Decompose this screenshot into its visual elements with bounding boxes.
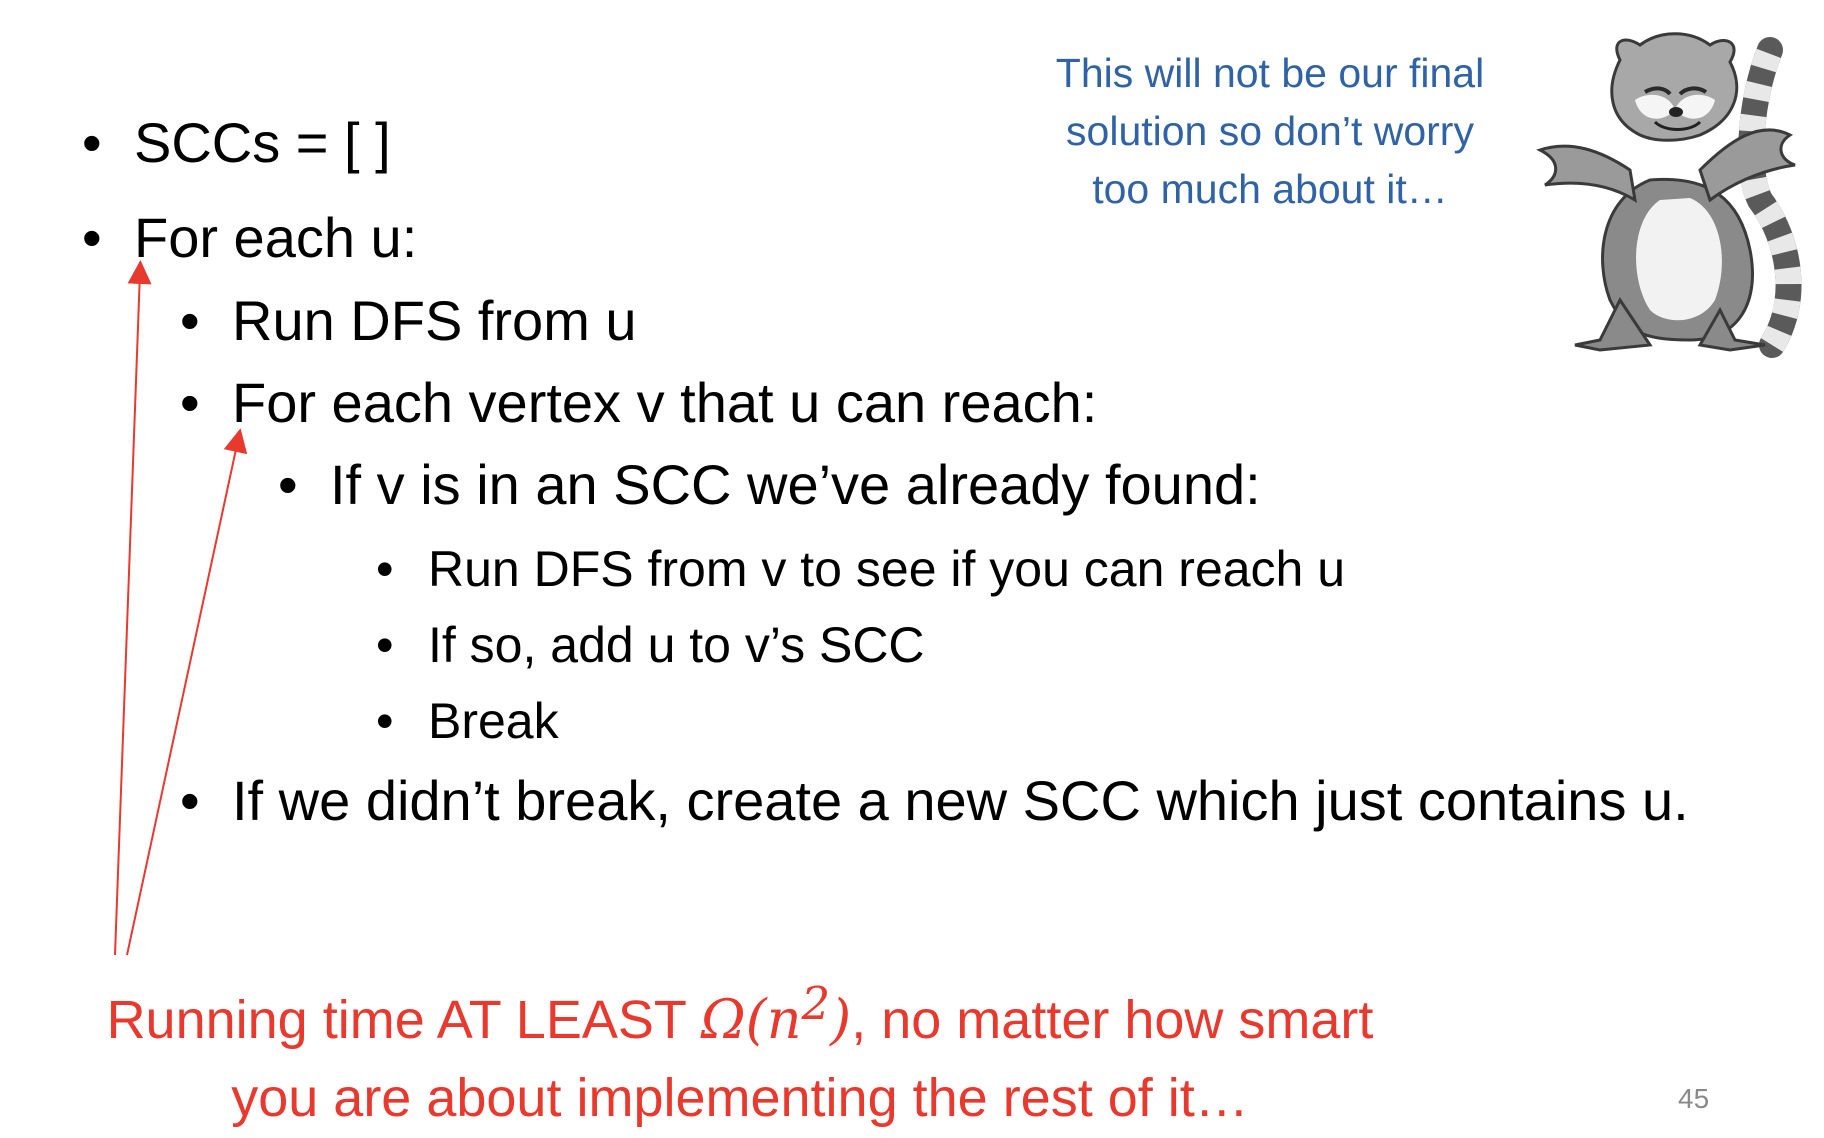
- running-time-line-2: you are about implementing the rest of i…: [231, 1068, 1249, 1128]
- running-time-line: Running time AT LEAST Ω(n2), no matter h…: [20, 965, 1460, 1059]
- page-number: 45: [1678, 1083, 1710, 1114]
- arrow-to-for-each-u: [114, 260, 152, 956]
- omega-close: ): [830, 988, 852, 1051]
- omega-expression: Ω(n2): [700, 977, 852, 1051]
- arrow-to-for-each-vertex: [126, 428, 248, 956]
- omega-exponent: 2: [801, 977, 831, 1030]
- running-time-prefix: Running time AT LEAST: [106, 990, 701, 1050]
- running-time-note: Running time AT LEAST Ω(n2), no matter h…: [20, 965, 1460, 1137]
- slide: • SCCs = [ ] • For each u: • Run DFS fro…: [0, 0, 1824, 1138]
- running-time-suffix: , no matter how smart: [851, 990, 1374, 1050]
- omega-base: Ω(n: [700, 988, 802, 1051]
